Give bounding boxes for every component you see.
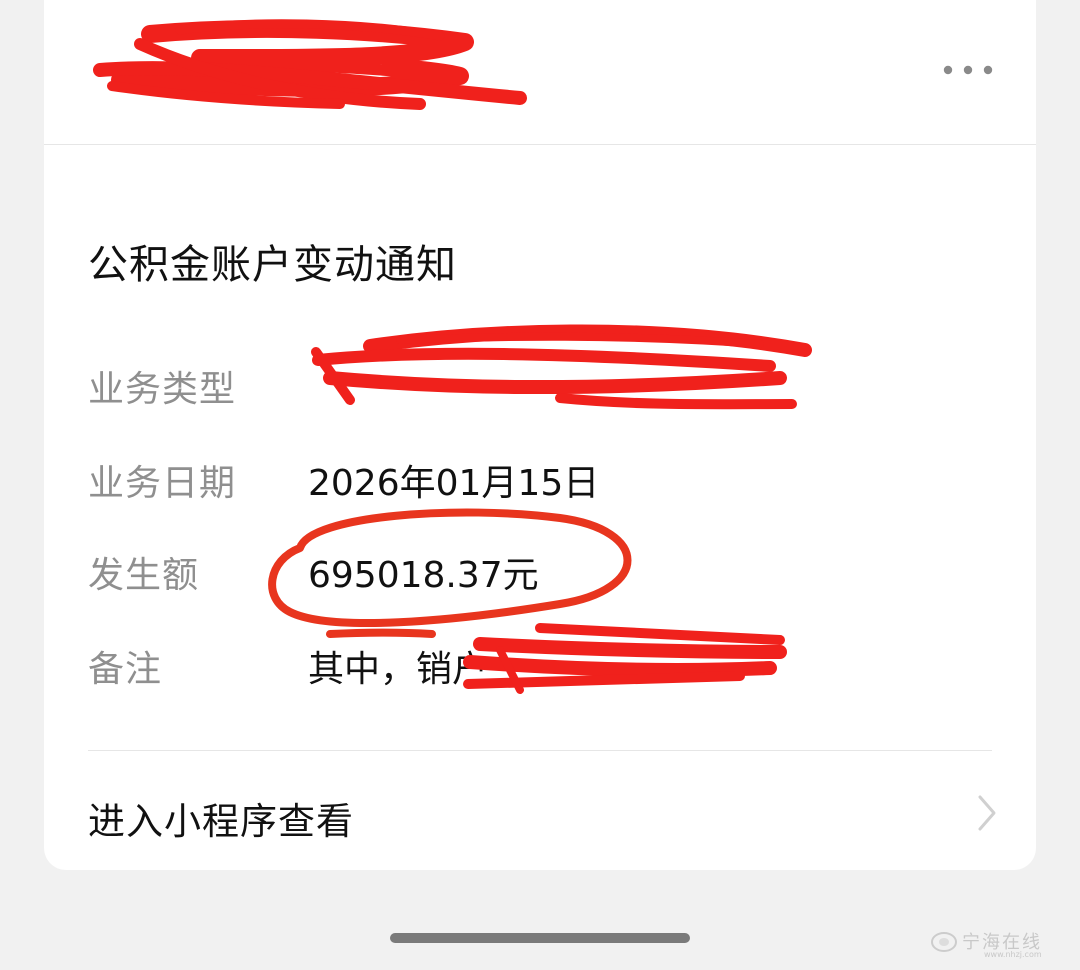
- open-mini-program-label: 进入小程序查看: [88, 800, 354, 843]
- remark-label: 备注: [88, 649, 163, 690]
- notification-card: 公积金账户变动通知 业务类型 业务日期 2026年01月15日 发生额 6950…: [44, 0, 1036, 870]
- business-type-label: 业务类型: [88, 369, 237, 410]
- open-mini-program-link[interactable]: 进入小程序查看: [44, 751, 1036, 870]
- amount-label: 发生额: [88, 555, 200, 596]
- chevron-right-icon: [978, 795, 996, 831]
- watermark-subtext: www.nhzj.com: [984, 950, 1042, 959]
- business-date-value: 2026年01月15日: [308, 463, 600, 504]
- watermark-logo-icon: [931, 932, 957, 952]
- notice-title: 公积金账户变动通知: [88, 242, 457, 288]
- remark-value: 其中，销户: [308, 649, 489, 690]
- more-horizontal-icon[interactable]: [942, 58, 994, 82]
- watermark: 宁海在线 www.nhzj.com: [930, 922, 1070, 962]
- business-date-label: 业务日期: [88, 463, 237, 504]
- home-indicator[interactable]: [390, 933, 690, 943]
- amount-value: 695018.37元: [308, 555, 539, 596]
- card-header: [44, 0, 1036, 145]
